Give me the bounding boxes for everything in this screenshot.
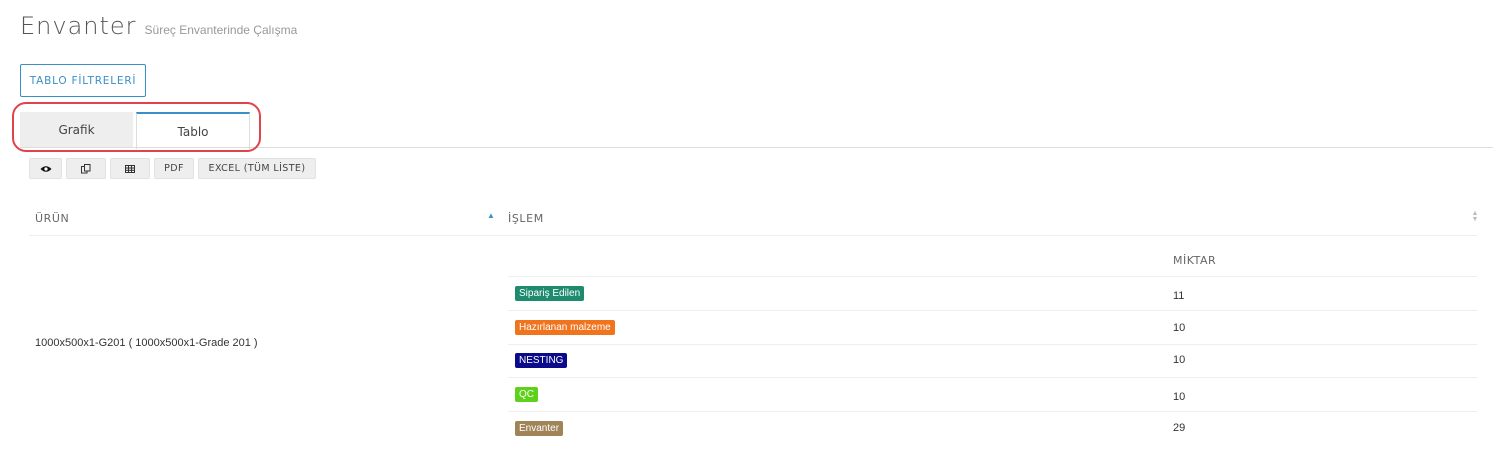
copy-icon xyxy=(81,163,91,173)
page-title: Envanter xyxy=(20,12,137,40)
quantity-cell: 29 xyxy=(1173,422,1186,434)
tabs-divider xyxy=(20,147,1493,148)
copy-button[interactable] xyxy=(66,158,106,179)
table-icon xyxy=(125,164,135,173)
excel-export-button[interactable]: EXCEL (TÜM LİSTE) xyxy=(198,158,316,179)
column-header-miktar: MİKTAR xyxy=(1173,254,1217,267)
subtable-divider xyxy=(508,276,1477,277)
quantity-cell: 10 xyxy=(1173,354,1186,366)
column-header-islem[interactable]: İŞLEM xyxy=(508,212,544,225)
tab-grafik[interactable]: Grafik xyxy=(20,112,133,148)
table-filters-button[interactable]: TABLO FİLTRELERİ xyxy=(20,64,146,97)
quantity-cell: 10 xyxy=(1173,322,1186,334)
print-table-button[interactable] xyxy=(110,158,150,179)
status-badge-inventory: Envanter xyxy=(515,421,564,436)
quantity-cell: 10 xyxy=(1173,391,1186,403)
eye-icon xyxy=(40,165,51,172)
row-divider xyxy=(508,310,1477,311)
page-header: Envanter Süreç Envanterinde Çalışma xyxy=(20,12,297,40)
pdf-export-button[interactable]: PDF xyxy=(154,158,194,179)
quantity-cell: 11 xyxy=(1173,290,1185,302)
status-badge-ordered: Sipariş Edilen xyxy=(515,286,585,301)
product-cell: 1000x500x1-G201 ( 1000x500x1-Grade 201 ) xyxy=(35,337,258,349)
table-toolbar: PDF EXCEL (TÜM LİSTE) xyxy=(29,158,316,179)
row-divider xyxy=(508,377,1477,378)
page-subtitle: Süreç Envanterinde Çalışma xyxy=(144,23,298,37)
status-badge-qc: QC xyxy=(515,387,538,402)
column-header-urun[interactable]: ÜRÜN xyxy=(35,212,69,225)
status-badge-nesting: NESTING xyxy=(515,353,568,368)
row-divider xyxy=(508,344,1477,345)
header-divider xyxy=(29,235,1477,236)
row-divider xyxy=(508,411,1477,412)
sort-ascending-icon[interactable]: ▲ xyxy=(487,211,495,220)
sort-icon[interactable]: ▲ ▼ xyxy=(1471,210,1479,223)
status-badge-prepared: Hazırlanan malzeme xyxy=(515,320,615,335)
tab-tablo[interactable]: Tablo xyxy=(136,112,250,149)
column-visibility-button[interactable] xyxy=(29,158,62,179)
